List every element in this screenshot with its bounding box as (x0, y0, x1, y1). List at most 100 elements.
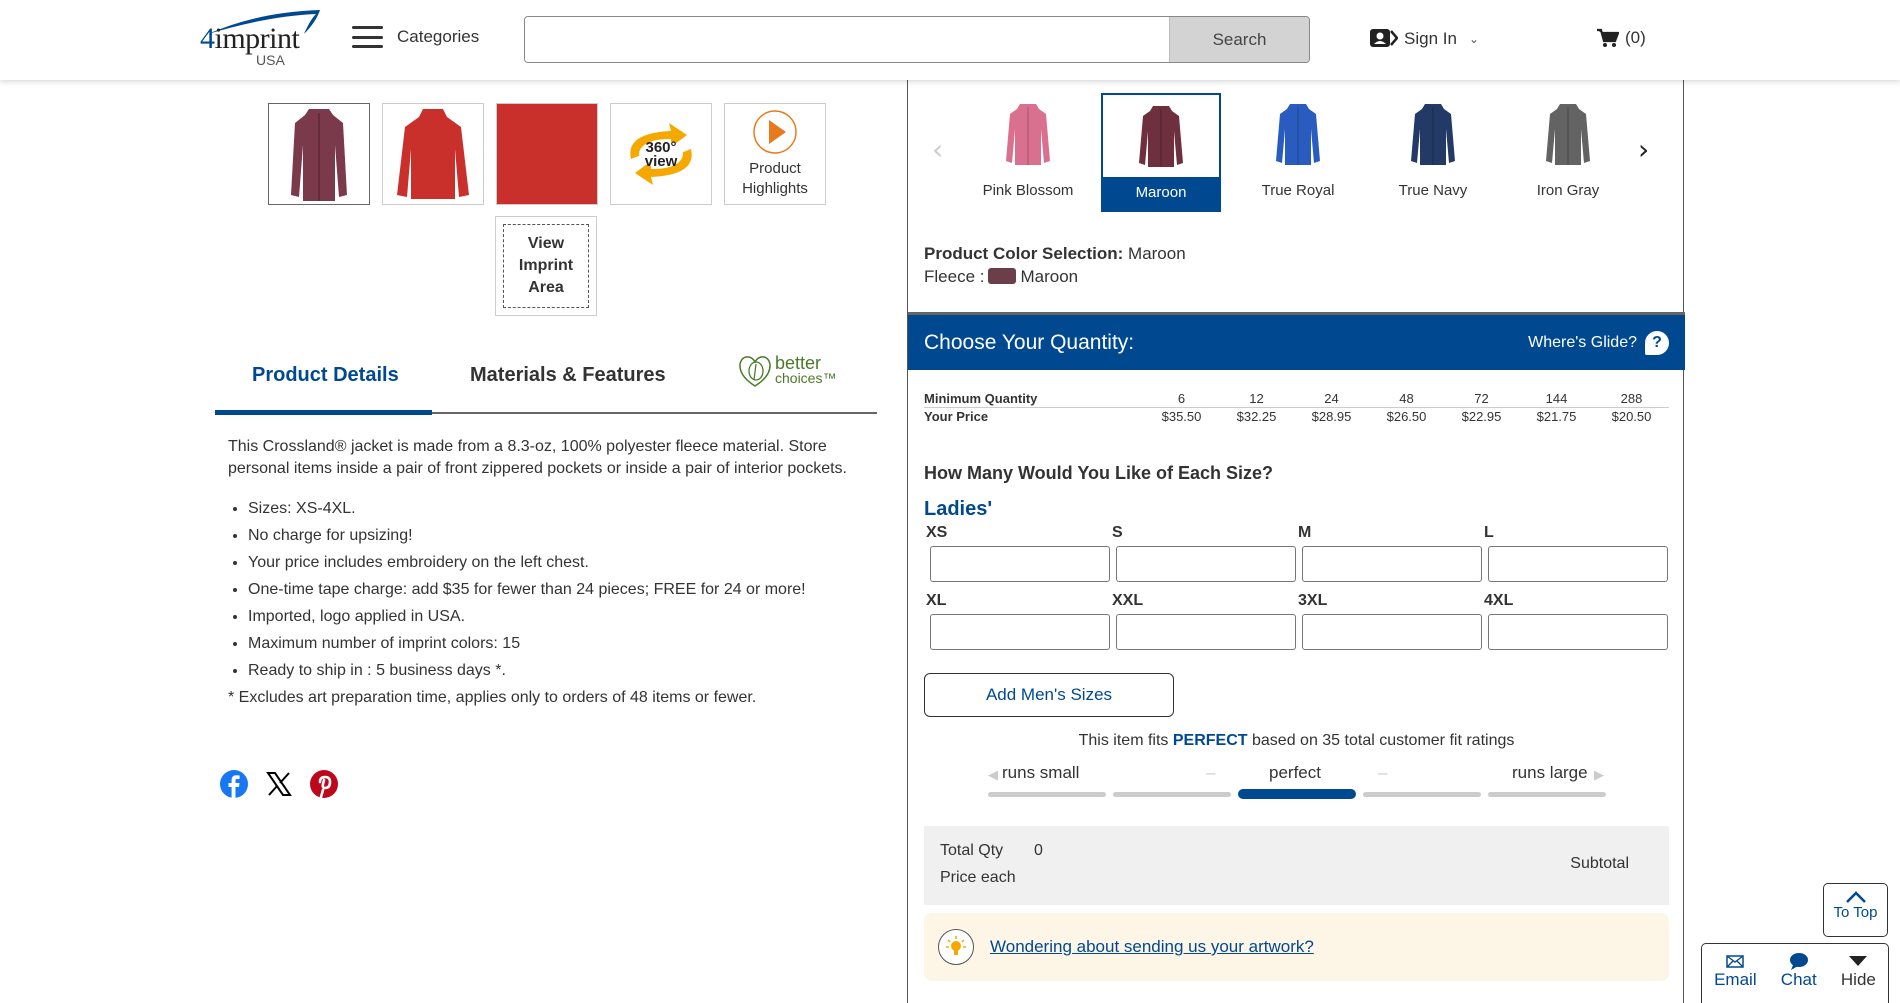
search-input[interactable] (525, 17, 1169, 62)
better-line1: better (775, 353, 822, 373)
view-imprint-area-button[interactable]: View Imprint Area (495, 216, 597, 316)
color-swatch[interactable]: Maroon (1101, 93, 1221, 212)
tab-materials-features[interactable]: Materials & Features (470, 364, 666, 387)
carousel-next-arrow[interactable]: › (1638, 133, 1649, 166)
to-top-button[interactable]: To Top (1823, 883, 1888, 937)
leaf-heart-icon (739, 356, 771, 387)
imprint-line3: Area (528, 279, 564, 296)
sign-in-menu[interactable]: Sign In ⌄ (1370, 28, 1479, 50)
imprint-line1: View (527, 235, 565, 252)
fit-rating: PERFECT (1172, 732, 1248, 749)
color-swatch[interactable]: True Royal (1238, 93, 1358, 212)
fleece-color-chip (988, 268, 1017, 284)
size-qty-input-l[interactable] (1488, 546, 1668, 582)
tab-product-details[interactable]: Product Details (252, 364, 399, 387)
cart-button[interactable]: (0) (1597, 28, 1646, 48)
size-label: M (1298, 524, 1312, 541)
total-qty-value: 0 (1034, 842, 1043, 859)
product-thumbnails: 360° view Product Highlights (268, 103, 826, 205)
thumbnail-360-view[interactable]: 360° view (610, 103, 712, 205)
color-carousel: ‹ Pink Blossom Maroon True Royal True Navy I… (908, 93, 1685, 213)
chat-bubble-icon (1789, 952, 1808, 970)
size-qty-input-m[interactable] (1302, 546, 1482, 582)
caret-left-icon: ◀ (988, 767, 998, 782)
fit-suffix: based on 35 total customer fit ratings (1252, 732, 1515, 749)
fit-scale-segment (1488, 792, 1606, 797)
highlights-line1: Product (749, 160, 801, 177)
to-top-label: To Top (1833, 904, 1878, 921)
product-description: This Crossland® jacket is made from a 8.… (228, 436, 868, 709)
color-swatch[interactable]: Pink Blossom (968, 93, 1088, 212)
description-footnote: * Excludes art preparation time, applies… (228, 689, 757, 706)
cart-count: (0) (1625, 28, 1646, 47)
swatch-label: True Royal (1261, 182, 1335, 199)
chat-button[interactable]: Chat (1781, 952, 1817, 1003)
jacket-red-back-image (397, 109, 469, 199)
tier-price: $20.50 (1611, 409, 1652, 424)
email-label: Email (1714, 970, 1757, 989)
size-qty-input-4xl[interactable] (1488, 614, 1668, 650)
4imprint-logo[interactable]: 4imprint USA (198, 8, 323, 70)
search-button[interactable]: Search (1169, 17, 1309, 62)
color-swatch[interactable]: Iron Gray (1508, 93, 1628, 212)
tier-quantity: 48 (1369, 390, 1444, 408)
feature-item: Imported, logo applied in USA. (248, 606, 868, 628)
fleece-value: Maroon (1020, 267, 1079, 286)
size-question: How Many Would You Like of Each Size? (924, 463, 1274, 483)
thumbnail-fabric[interactable] (496, 103, 598, 205)
size-qty-input-3xl[interactable] (1302, 614, 1482, 650)
feature-item: Your price includes embroidery on the le… (248, 552, 868, 574)
facebook-icon[interactable] (220, 770, 248, 798)
size-quantity-grid: XS S M L XL XXL 3XL 4XL (926, 524, 1674, 650)
help-bar: Email Chat Hide (1701, 943, 1889, 1003)
min-quantity-label: Minimum Quantity (924, 390, 1144, 408)
color-selection-summary: Product Color Selection: Maroon Fleece :… (924, 242, 1186, 288)
size-field: XXL (1112, 592, 1296, 650)
tier-quantity: 12 (1219, 390, 1294, 408)
price-row: Your Price $35.50 $32.25 $28.95 $26.50 $22.9… (924, 408, 1669, 426)
size-label: XS (926, 524, 948, 541)
artwork-link[interactable]: Wondering about sending us your artwork? (990, 937, 1314, 957)
hide-button[interactable]: Hide (1841, 952, 1876, 1003)
size-qty-input-xs[interactable] (930, 546, 1110, 582)
pinterest-icon[interactable] (310, 770, 338, 798)
tier-quantity: 144 (1519, 390, 1594, 408)
tab-better-choices[interactable]: better choices™ (737, 354, 836, 388)
thumbnail-maroon-front[interactable] (268, 103, 370, 205)
size-qty-input-xxl[interactable] (1116, 614, 1296, 650)
order-totals: Total Qty 0 Price each Subtotal (924, 826, 1669, 905)
color-swatch[interactable]: True Navy (1373, 93, 1493, 212)
total-qty-label: Total Qty (940, 842, 1004, 859)
search-bar: Search (524, 16, 1310, 63)
swatch-label: True Navy (1398, 182, 1468, 199)
wheres-glide-link[interactable]: Where's Glide? ? (1528, 330, 1669, 355)
user-badge-icon (1370, 29, 1398, 47)
jacket-maroon-image (291, 109, 347, 201)
size-qty-input-s[interactable] (1116, 546, 1296, 582)
thumbnail-red-back[interactable] (382, 103, 484, 205)
highlights-line2: Highlights (742, 180, 808, 197)
cart-icon (1597, 28, 1619, 47)
caret-right-icon: ▶ (1594, 767, 1604, 782)
size-field: L (1484, 524, 1668, 582)
social-share (220, 770, 338, 798)
price-each-label: Price each (940, 869, 1016, 886)
product-info-tabs: Product Details Materials & Features bet… (215, 348, 877, 415)
tier-price: $32.25 (1236, 409, 1277, 424)
carousel-prev-arrow[interactable]: ‹ (932, 133, 943, 166)
categories-menu-button[interactable]: Categories (352, 26, 479, 48)
email-button[interactable]: Email (1714, 952, 1757, 1003)
size-label: XXL (1112, 592, 1144, 609)
add-mens-sizes-button[interactable]: Add Men's Sizes (924, 673, 1174, 717)
tier-quantity: 6 (1144, 390, 1219, 408)
thumbnail-product-highlights[interactable]: Product Highlights (724, 103, 826, 205)
logo-number: 4 (200, 22, 215, 55)
hamburger-icon (352, 26, 383, 48)
size-qty-input-xl[interactable] (930, 614, 1110, 650)
tier-price: $22.95 (1461, 409, 1502, 424)
envelope-icon (1726, 954, 1745, 968)
sign-in-label: Sign In (1404, 29, 1457, 48)
color-selection-label: Product Color Selection: (924, 244, 1124, 263)
lightbulb-icon (938, 929, 974, 965)
x-twitter-icon[interactable] (265, 770, 293, 798)
